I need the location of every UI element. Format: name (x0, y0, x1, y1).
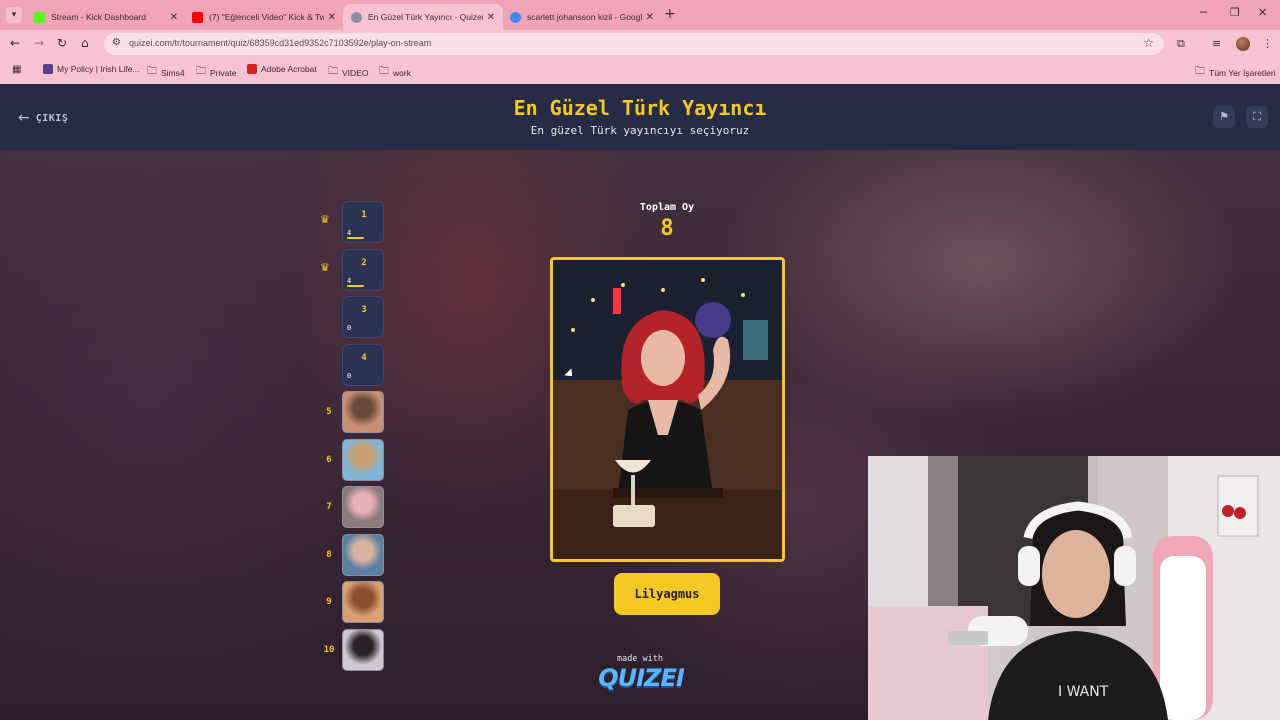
tab-title: Stream - Kick Dashboard (51, 12, 146, 22)
rank-slot-number: 3 (361, 305, 367, 315)
close-tab-icon[interactable]: ✕ (170, 12, 178, 23)
bookmark-my-policy[interactable]: My Policy | Irish Life... (43, 64, 140, 74)
folder-icon: 🗀 (196, 66, 206, 77)
rank-number-6: 6 (326, 454, 332, 465)
tab-title: (7) "Eğlenceli Video" Kick & Tw (209, 12, 324, 22)
tab-google-search[interactable]: scarlett johansson kizil - Googl ✕ (502, 4, 662, 30)
address-url[interactable]: quizei.com/tr/tournament/quiz/68359cd31e… (129, 38, 431, 48)
quizei-favicon-icon (351, 11, 362, 23)
reload-icon[interactable]: ↻ (57, 36, 67, 50)
rank-slot-votes: 4 (347, 229, 352, 237)
folder-icon: 🗀 (328, 66, 338, 77)
shirt-print: I WANT (1058, 684, 1109, 700)
report-flag-button[interactable]: ⚑ (1213, 106, 1235, 128)
close-tab-icon[interactable]: ✕ (328, 12, 336, 23)
rank-slot-number: 1 (361, 210, 367, 220)
ranked-contestant-thumbnail-5[interactable] (342, 391, 384, 433)
fullscreen-icon: ⛶ (1253, 110, 1261, 123)
rank-number-9: 9 (326, 597, 332, 607)
rank-slot-votes: 0 (347, 324, 352, 332)
tab-quizei[interactable]: En Güzel Türk Yayıncı - Quizei ✕ (343, 4, 503, 30)
close-tab-icon[interactable]: ✕ (646, 12, 654, 23)
media-controls-icon[interactable]: ≡ (1212, 37, 1221, 50)
tab-search-button[interactable]: ▾ (6, 7, 22, 23)
profile-avatar[interactable] (1236, 37, 1250, 51)
bookmark-adobe-acrobat[interactable]: Adobe Acrobat (247, 64, 317, 74)
rank-slot-number: 4 (361, 352, 367, 363)
close-tab-icon[interactable]: ✕ (487, 12, 495, 23)
all-bookmarks[interactable]: 🗀 Tüm Yer İşaretleri (1195, 64, 1276, 81)
rank-slot-votes: 0 (347, 371, 352, 380)
rank-slot-2: 24 (342, 248, 384, 291)
folder-icon: 🗀 (379, 66, 389, 77)
flag-icon: ⚑ (1219, 110, 1229, 123)
rank-slot-3: 30 (342, 296, 384, 338)
ranked-contestant-thumbnail-8[interactable] (342, 533, 384, 576)
rank-slot-votes: 4 (347, 276, 352, 285)
bookmark-work[interactable]: 🗀 work (379, 64, 411, 81)
tab-youtube-video[interactable]: (7) "Eğlenceli Video" Kick & Tw ✕ (184, 4, 344, 30)
apps-grid-icon[interactable]: ▦ (12, 64, 25, 75)
crown-icon: ♛ (320, 213, 330, 226)
rank-number-5: 5 (326, 407, 332, 417)
window-close-icon[interactable]: ✕ (1258, 6, 1267, 19)
bookmark-video[interactable]: 🗀 VIDEO (328, 64, 368, 81)
ranked-contestant-thumbnail-10[interactable] (342, 628, 384, 671)
rank-number-7: 7 (326, 502, 332, 512)
contestant-photo[interactable] (550, 257, 785, 562)
home-icon[interactable]: ⌂ (81, 36, 89, 50)
contestant-image (553, 260, 782, 559)
folder-icon: 🗀 (147, 66, 157, 77)
kick-favicon-icon (34, 11, 45, 23)
browser-toolbar: ← → ↻ ⌂ ⚙ quizei.com/tr/tournament/quiz/… (0, 30, 1280, 58)
contestant-name-button[interactable]: Lilyagmus (614, 573, 720, 615)
webcam-overlay: I WANT (868, 456, 1280, 720)
quiz-title: En Güzel Türk Yayıncı (513, 96, 767, 120)
vote-share-bar (347, 237, 364, 239)
rank-number-8: 8 (326, 549, 332, 560)
back-arrow-icon[interactable]: ← (10, 36, 20, 50)
rank-number-10: 10 (323, 644, 335, 655)
ranked-contestant-thumbnail-7[interactable] (342, 486, 384, 528)
extensions-icon[interactable]: ⧉ (1177, 37, 1185, 51)
total-votes-value: 8 (660, 216, 674, 241)
webcam-feed: I WANT (868, 456, 1280, 720)
total-votes-label: Toplam Oy (639, 202, 695, 213)
restore-icon[interactable]: ❐ (1230, 6, 1240, 19)
forward-arrow-icon[interactable]: → (34, 36, 44, 50)
policy-icon (43, 64, 53, 74)
rank-slot-1: 14 (342, 201, 384, 243)
rank-slot-4: 40 (342, 343, 384, 386)
vote-share-bar (347, 284, 364, 287)
acrobat-icon (247, 64, 257, 74)
folder-icon: 🗀 (1195, 66, 1205, 77)
fullscreen-button[interactable]: ⛶ (1246, 106, 1268, 128)
tab-strip: ▾ Stream - Kick Dashboard ✕ (7) "Eğlence… (0, 0, 1280, 30)
made-with-label: made with (616, 654, 664, 664)
tab-kick-dashboard[interactable]: Stream - Kick Dashboard ✕ (26, 4, 186, 30)
bookmark-star-icon[interactable]: ☆ (1143, 36, 1154, 50)
bookmark-sims4[interactable]: 🗀 Sims4 (147, 64, 185, 81)
bookmarks-bar: ▦ My Policy | Irish Life... 🗀 Sims4 🗀 Pr… (0, 58, 1280, 84)
address-bar[interactable]: ⚙ quizei.com/tr/tournament/quiz/68359cd3… (104, 33, 1164, 55)
quizei-logo[interactable]: QUIZEI (596, 664, 686, 692)
bookmark-private[interactable]: 🗀 Private (196, 64, 236, 81)
ranked-contestant-thumbnail-9[interactable] (342, 581, 384, 623)
new-tab-icon[interactable]: + (664, 6, 676, 22)
youtube-favicon-icon (192, 11, 203, 23)
crown-icon: ♛ (320, 260, 330, 274)
tab-title: En Güzel Türk Yayıncı - Quizei (368, 12, 483, 22)
ranked-contestant-thumbnail-6[interactable] (342, 438, 384, 481)
browser-menu-icon[interactable]: ⋮ (1262, 37, 1273, 50)
tab-title: scarlett johansson kizil - Googl (527, 12, 642, 22)
rank-slot-number: 2 (361, 257, 367, 268)
quiz-subtitle: En güzel Türk yayıncıyı seçiyoruz (530, 124, 750, 137)
minimize-icon[interactable]: ─ (1200, 6, 1207, 19)
google-favicon-icon (510, 11, 521, 23)
quiz-header: ← ÇIKIŞ En Güzel Türk Yayıncı En güzel T… (0, 84, 1280, 150)
site-info-icon[interactable]: ⚙ (112, 37, 121, 48)
